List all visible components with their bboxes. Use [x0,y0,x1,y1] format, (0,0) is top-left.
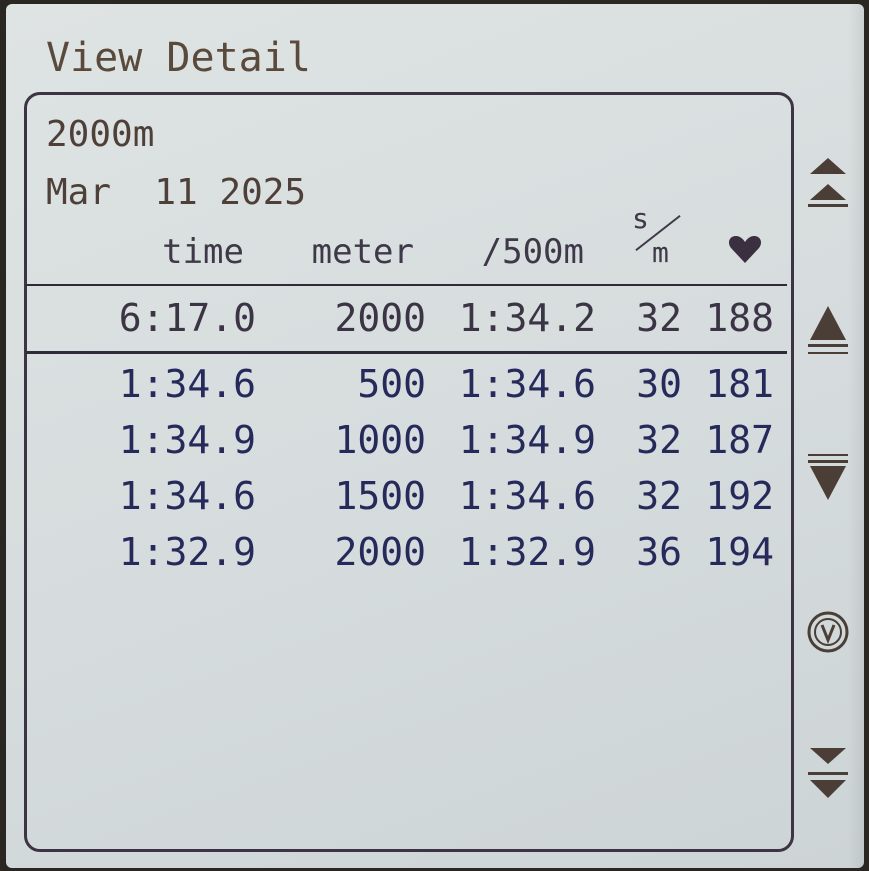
split-pace: 1:32.9 [458,530,596,574]
screen-bezel-shadow [848,4,864,868]
workout-distance: 2000m [46,114,155,155]
scroll-up-arrow-icon [808,306,848,354]
column-header-meter: meter [311,232,414,272]
heart-icon [728,236,762,263]
split-stroke-rate: 32 [636,474,682,518]
header-divider [26,284,787,286]
pm-monitor-screen: View Detail 2000m Mar 11 2025 time meter… [6,4,864,868]
workout-date: Mar 11 2025 [46,172,307,213]
summary-time: 6:17.0 [118,296,256,340]
split-pace: 1:34.6 [458,362,596,406]
split-heart-rate: 192 [705,474,774,518]
summary-split: 1:34.2 [458,296,596,340]
table-row: 1:34.6 500 1:34.6 30 181 [6,362,796,416]
summary-heart-rate: 188 [705,296,774,340]
split-time: 1:34.9 [118,418,256,462]
menu-back-circle-icon [807,611,849,653]
stroke-rate-header-bottom: m [652,236,669,269]
table-row: 1:34.9 1000 1:34.9 32 187 [6,418,796,472]
table-row: 1:32.9 2000 1:32.9 36 194 [6,530,796,584]
split-stroke-rate: 30 [636,362,682,406]
split-time: 1:34.6 [118,362,256,406]
summary-meter: 2000 [334,296,426,340]
split-stroke-rate: 36 [636,530,682,574]
split-heart-rate: 194 [705,530,774,574]
summary-stroke-rate: 32 [636,296,682,340]
column-header-time: time [162,232,244,272]
summary-divider [26,351,787,354]
menu-back-button[interactable] [806,610,850,654]
window-title: View Detail [46,35,311,81]
table-row: 1:34.6 1500 1:34.6 32 192 [6,474,796,528]
page-up-button[interactable] [806,154,850,214]
summary-row: 6:17.0 2000 1:34.2 32 188 [6,296,796,350]
scroll-up-button[interactable] [806,300,850,360]
stroke-rate-header-top: s [632,202,649,235]
split-time: 1:34.6 [118,474,256,518]
split-meter: 500 [357,362,426,406]
split-heart-rate: 181 [705,362,774,406]
split-pace: 1:34.6 [458,474,596,518]
scroll-down-arrow-icon [808,454,848,500]
column-header-split: /500m [481,232,584,272]
split-time: 1:32.9 [118,530,256,574]
split-pace: 1:34.9 [458,418,596,462]
page-up-double-arrow-icon [808,158,848,207]
split-meter: 2000 [334,530,426,574]
split-meter: 1500 [334,474,426,518]
scroll-down-button[interactable] [806,452,850,512]
split-heart-rate: 187 [705,418,774,462]
page-down-button[interactable] [806,746,850,806]
column-header-stroke-rate: s m [626,202,686,274]
split-stroke-rate: 32 [636,418,682,462]
page-down-double-arrow-icon [808,748,848,798]
split-meter: 1000 [334,418,426,462]
